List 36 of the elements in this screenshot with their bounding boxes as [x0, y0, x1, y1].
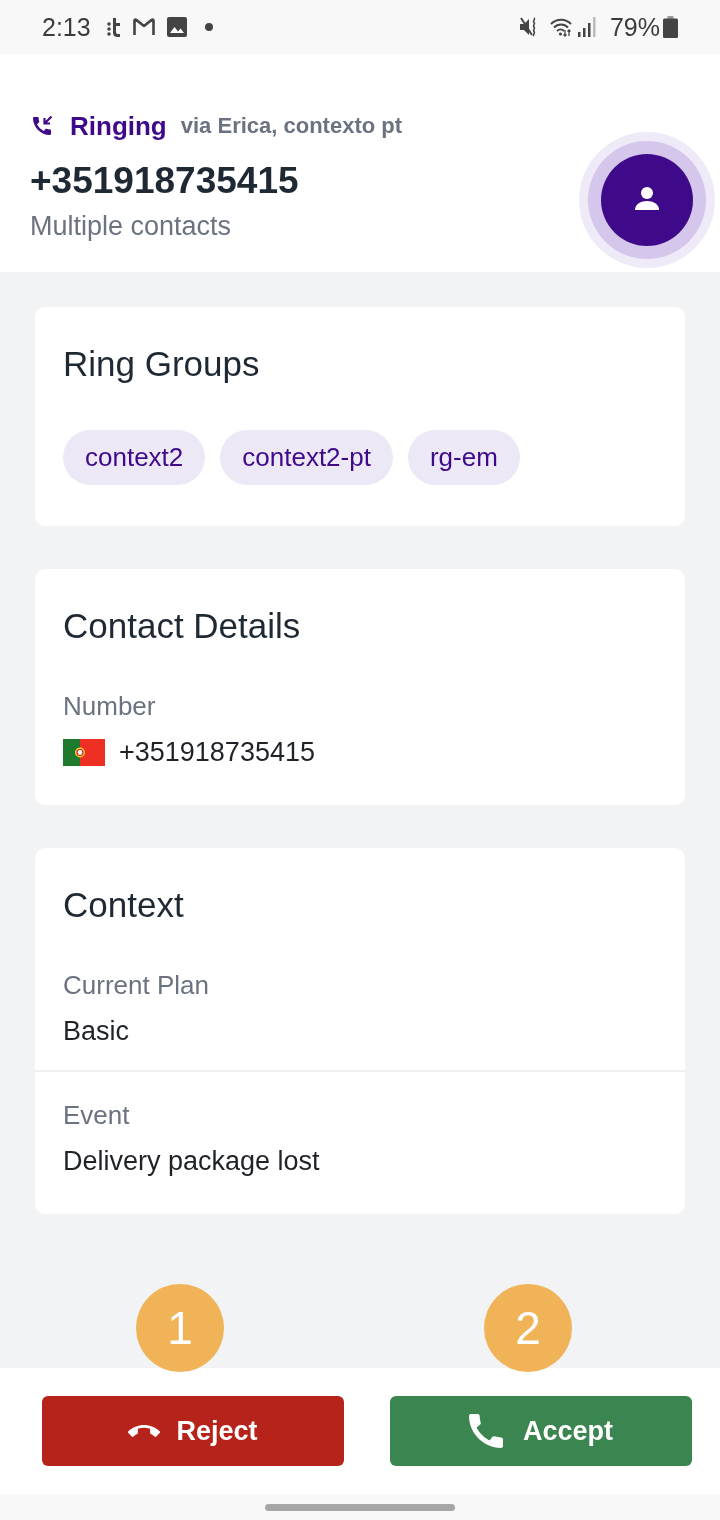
- letter-t-icon: [106, 16, 121, 38]
- card-title: Context: [63, 884, 185, 926]
- field-value: Delivery package lost: [63, 1145, 321, 1178]
- field-label: Number: [63, 690, 157, 723]
- image-icon: [166, 17, 187, 37]
- signal-icon: [577, 17, 596, 37]
- speaker-vibrate-icon: [519, 16, 538, 38]
- field-value: Basic: [63, 1015, 131, 1048]
- caller-number: +351918735415: [30, 159, 300, 203]
- card-title: Contact Details: [63, 605, 302, 647]
- home-handle[interactable]: [265, 1503, 455, 1511]
- battery-percent: 79%: [609, 12, 660, 42]
- call-route-text: via Erica, contexto pt: [180, 113, 403, 139]
- battery-icon: [663, 16, 678, 38]
- caller-subtitle: Multiple contacts: [30, 210, 233, 243]
- flag-icon: [63, 738, 105, 766]
- ring-group-chip: rg-em: [407, 430, 520, 485]
- ring-group-chip: context2-pt: [220, 430, 393, 485]
- card-title: Ring Groups: [63, 343, 261, 385]
- accept-button[interactable]: Accept: [390, 1396, 692, 1466]
- step-marker: 2: [484, 1284, 572, 1372]
- wifi-icon: [549, 17, 572, 37]
- step-marker: 1: [136, 1284, 224, 1372]
- hang-up-icon: [128, 1425, 161, 1437]
- field-label: Event: [63, 1099, 131, 1132]
- dot-icon: [204, 23, 213, 31]
- m-logo-icon: [131, 17, 156, 37]
- status-time: 2:13: [42, 12, 91, 42]
- phone-icon: [469, 1414, 503, 1448]
- ring-group-chip: context2: [63, 430, 206, 485]
- avatar-icon: [579, 132, 715, 268]
- incoming-call-icon: [30, 114, 54, 138]
- phone-number: +351918735415: [119, 736, 315, 769]
- call-status: Ringing: [70, 110, 167, 142]
- reject-button[interactable]: Reject: [42, 1396, 344, 1466]
- field-label: Current Plan: [63, 969, 210, 1002]
